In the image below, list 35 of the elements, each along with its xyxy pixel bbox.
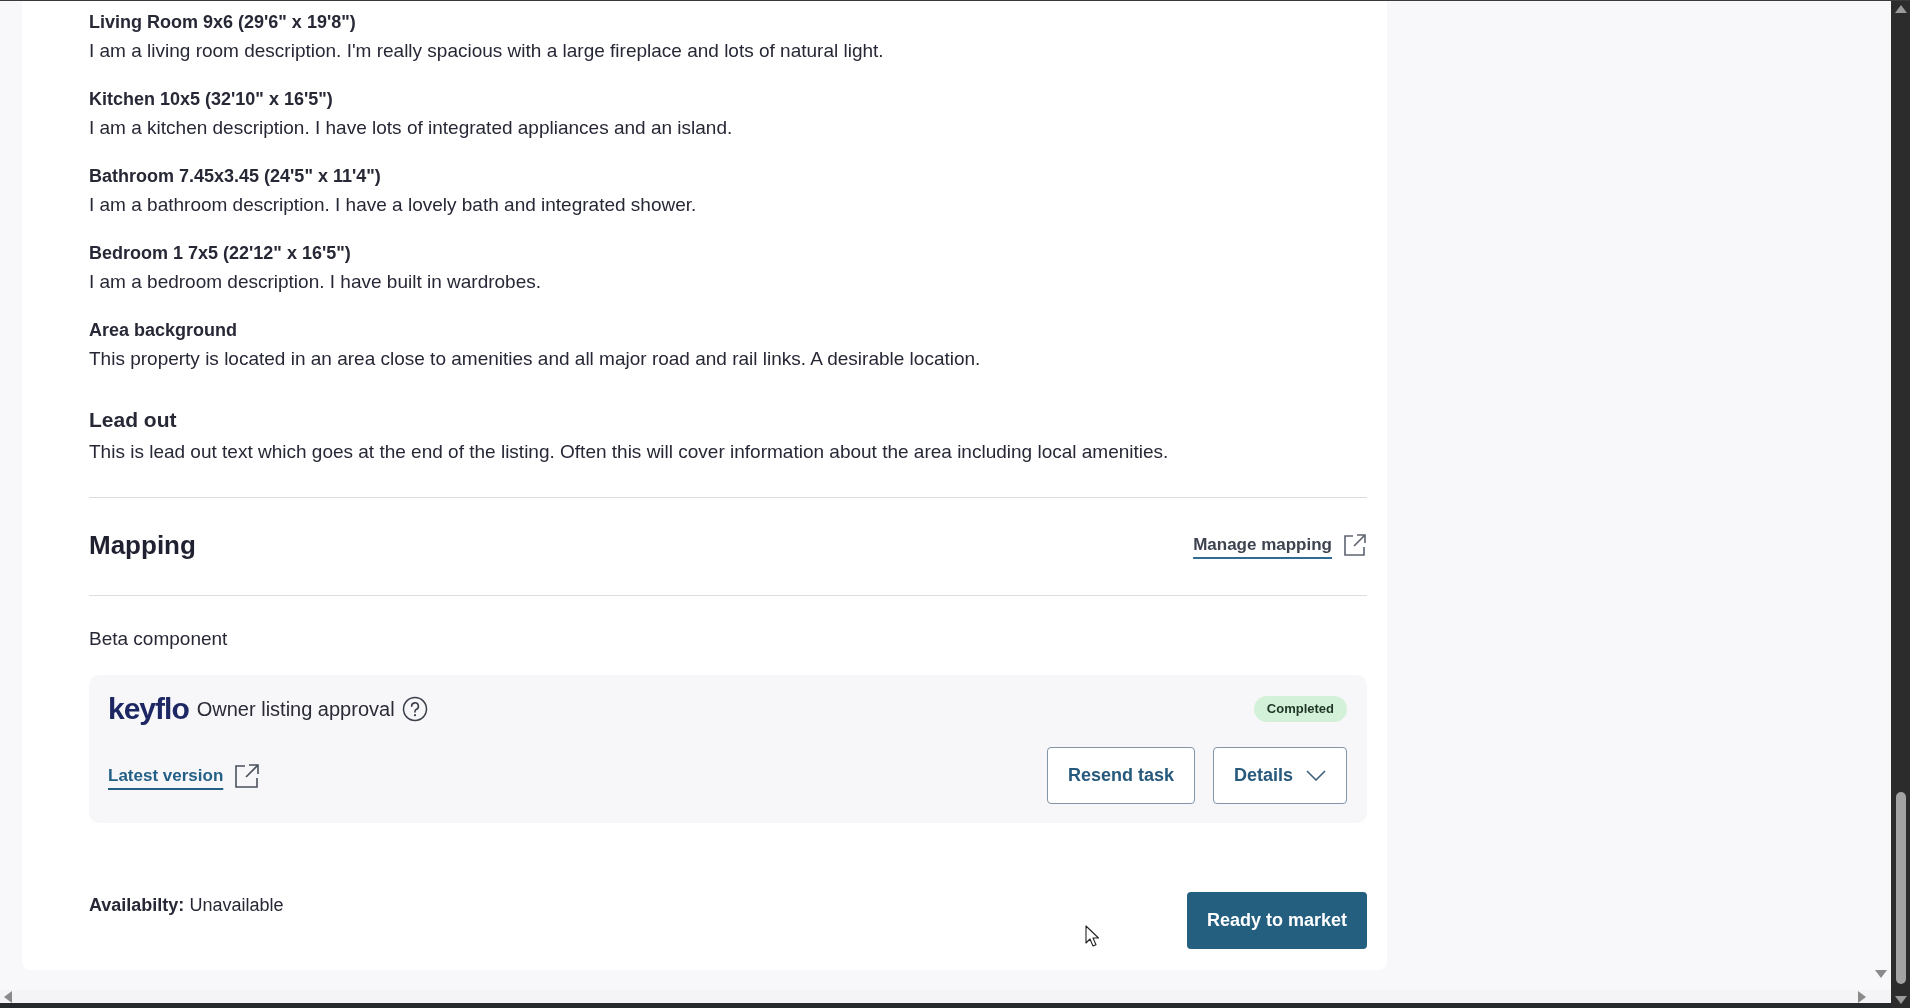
outline-button[interactable]: Resend task <box>1046 747 1195 804</box>
detail-heading: Bedroom 1 7x5 (22'12" x 16'5") <box>89 242 352 265</box>
card-title: Owner listing approval <box>196 697 395 722</box>
detail-text: I am a bathroom description. I have a lovely bath and integrated shower. <box>89 193 698 217</box>
detail-text: I am a living room description. I'm really spacious with a large fireplace and lots of natural light. <box>89 39 885 63</box>
latest-version-link[interactable]: Latest version <box>108 762 261 789</box>
beta-label: Beta component <box>89 627 229 651</box>
scroll-up-arrow-icon[interactable] <box>1894 5 1907 13</box>
detail-text: I am a bedroom description. I have built in wardrobes. <box>89 270 542 294</box>
external-link-icon <box>234 762 261 789</box>
status-badge: Completed <box>1253 696 1347 722</box>
detail-heading: Living Room 9x6 (29'6" x 19'8") <box>89 11 357 34</box>
scroll-left-arrow-icon[interactable] <box>4 990 12 1003</box>
scrollbar-thumb[interactable] <box>1895 792 1906 984</box>
brand-logo: keyflo <box>108 693 189 725</box>
dropdown-button[interactable]: Details <box>1212 747 1347 804</box>
detail-text: This is lead out text which goes at the end of the listing. Often this will cover information about the area including local amenities. <box>89 440 1170 464</box>
mouse-pointer-icon <box>1085 925 1099 947</box>
horizontal-scrollbar[interactable] <box>0 990 1891 1008</box>
vertical-scrollbar[interactable] <box>1891 1 1910 1008</box>
detail-heading: Bathroom 7.45x3.45 (24'5" x 11'4") <box>89 165 382 188</box>
help-icon[interactable] <box>401 696 428 722</box>
scroll-down-arrow-icon[interactable] <box>1894 996 1907 1004</box>
detail-text: I am a kitchen description. I have lots of integrated appliances and an island. <box>89 116 734 140</box>
detail-heading: Lead out <box>89 407 178 433</box>
primary-button[interactable]: Ready to market <box>1186 892 1367 949</box>
detail-heading: Area background <box>89 319 239 342</box>
scroll-right-arrow-icon[interactable] <box>1858 990 1866 1003</box>
scroll-down-arrow-icon[interactable] <box>1875 970 1887 978</box>
detail-text: This property is located in an area close to amenities and all major road and rail links. A desirable location. <box>89 347 982 371</box>
section-title: Mapping <box>89 529 196 562</box>
detail-heading: Kitchen 10x5 (32'10" x 16'5") <box>89 88 334 111</box>
availability-text: Availabilty: Unavailable <box>89 894 284 917</box>
external-link-icon <box>1343 533 1367 557</box>
manage-mapping-link[interactable]: Manage mapping <box>1193 533 1367 557</box>
